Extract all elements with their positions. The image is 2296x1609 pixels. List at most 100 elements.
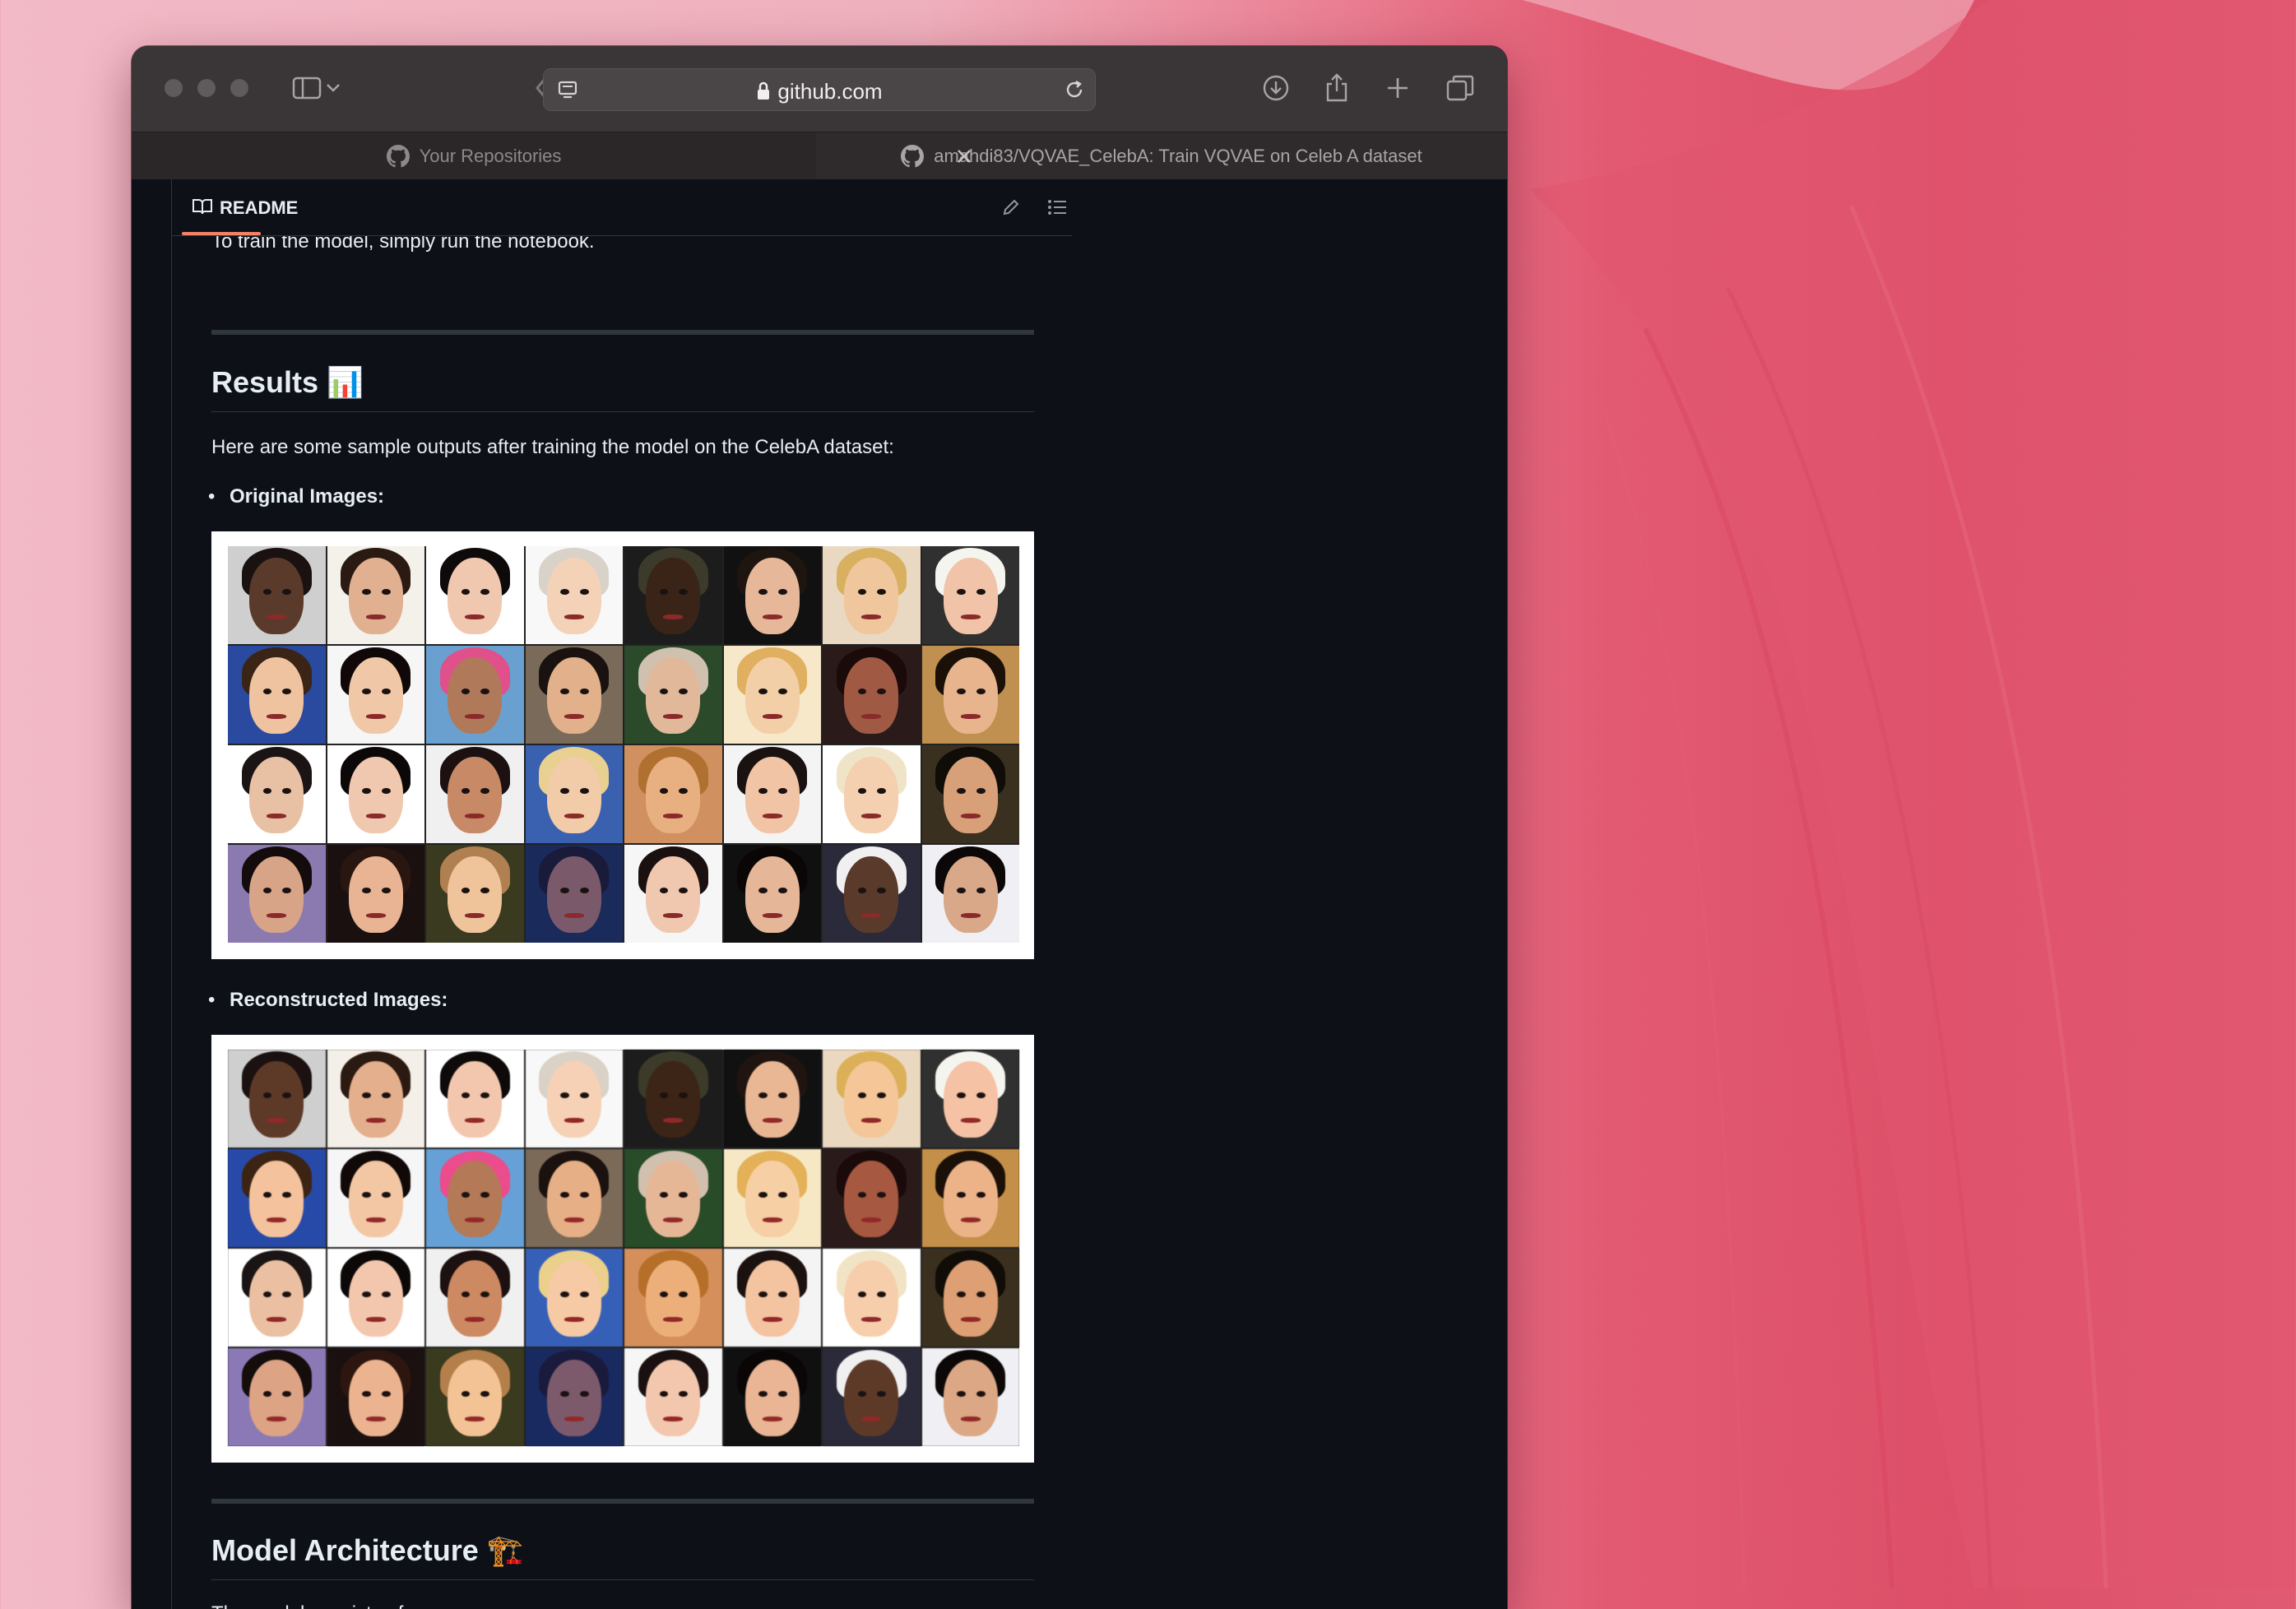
list-icon[interactable]: [1047, 199, 1067, 220]
zoom-window-button[interactable]: [230, 79, 248, 97]
face-mouth: [365, 1317, 386, 1323]
book-icon: [192, 197, 213, 220]
face-mouth: [960, 614, 981, 620]
face-thumbnail: [228, 1050, 326, 1148]
pencil-icon[interactable]: [1001, 197, 1021, 221]
face-head: [348, 657, 403, 735]
face-mouth: [960, 1317, 981, 1323]
reload-icon[interactable]: [1059, 74, 1090, 105]
face-thumbnail: [723, 546, 821, 644]
face-head: [448, 657, 503, 735]
face-head: [546, 1260, 601, 1338]
face-head: [448, 1061, 503, 1138]
tabs-overview-icon[interactable]: [1445, 72, 1476, 104]
face-thumbnail: [921, 1348, 1019, 1446]
face-mouth: [960, 814, 981, 819]
face-head: [646, 856, 701, 934]
reconstructed-images[interactable]: [211, 1035, 1034, 1463]
minimize-window-button[interactable]: [197, 79, 216, 97]
face-thumbnail: [525, 1149, 623, 1247]
face-head: [646, 1061, 701, 1138]
face-thumbnail: [823, 1348, 921, 1446]
face-thumbnail: [823, 646, 921, 744]
face-mouth: [465, 913, 485, 919]
face-mouth: [465, 614, 485, 620]
face-head: [943, 657, 998, 735]
face-head: [348, 757, 403, 834]
share-icon[interactable]: [1321, 72, 1352, 104]
tab-vqvae-celeba[interactable]: amahdi83/VQVAE_CelebA: Train VQVAE on Ce…: [816, 132, 1507, 180]
face-mouth: [762, 1417, 782, 1422]
sidebar-icon[interactable]: [291, 72, 322, 104]
plus-icon[interactable]: [1382, 72, 1413, 104]
face-thumbnail: [823, 1050, 921, 1148]
face-mouth: [861, 714, 882, 720]
face-mouth: [762, 1317, 782, 1323]
face-head: [844, 757, 899, 834]
face-head: [844, 558, 899, 635]
results-intro: Here are some sample outputs after train…: [211, 436, 894, 458]
face-head: [448, 757, 503, 834]
face-thumbnail: [723, 1050, 821, 1148]
face-head: [844, 1161, 899, 1238]
face-thumbnail: [426, 1249, 524, 1347]
face-mouth: [564, 614, 584, 620]
face-mouth: [663, 714, 684, 720]
face-mouth: [465, 814, 485, 819]
face-head: [943, 856, 998, 934]
face-thumbnail: [228, 1149, 326, 1247]
face-head: [546, 856, 601, 934]
face-thumbnail: [823, 745, 921, 843]
face-thumbnail: [723, 845, 821, 943]
readme-tab-label[interactable]: README: [220, 197, 298, 219]
close-window-button[interactable]: [165, 79, 183, 97]
face-mouth: [465, 1317, 485, 1323]
face-thumbnail: [723, 1149, 821, 1247]
face-head: [844, 657, 899, 735]
reconstructed-images-label: Reconstructed Images:: [208, 989, 448, 1012]
face-thumbnail: [327, 1149, 424, 1247]
face-mouth: [365, 1118, 386, 1124]
face-mouth: [564, 714, 584, 720]
face-head: [943, 1260, 998, 1338]
face-head: [448, 1260, 503, 1338]
close-tab-button[interactable]: [948, 132, 981, 180]
original-images[interactable]: [211, 531, 1034, 959]
face-mouth: [960, 1217, 981, 1223]
download-icon[interactable]: [1260, 72, 1292, 104]
face-head: [844, 1061, 899, 1138]
face-mouth: [960, 714, 981, 720]
face-mouth: [267, 1317, 287, 1323]
url-text: github.com: [777, 79, 883, 104]
face-thumbnail: [426, 646, 524, 744]
architecture-intro: The model consists of:: [211, 1602, 409, 1609]
face-head: [646, 558, 701, 635]
face-thumbnail: [426, 1050, 524, 1148]
readme-header: README: [172, 179, 1072, 236]
face-mouth: [861, 913, 882, 919]
face-thumbnail: [921, 745, 1019, 843]
face-head: [348, 1061, 403, 1138]
face-thumbnail: [723, 1249, 821, 1347]
tab-your-repositories[interactable]: Your Repositories: [132, 132, 816, 180]
chevron-down-icon[interactable]: [321, 72, 346, 104]
page-content: README To train the model, simply run th…: [132, 179, 1507, 1609]
face-mouth: [663, 614, 684, 620]
face-thumbnail: [624, 1149, 722, 1247]
face-grid-reconstructed: [228, 1050, 1019, 1446]
face-thumbnail: [525, 1348, 623, 1446]
face-head: [744, 1360, 800, 1437]
face-mouth: [861, 1317, 882, 1323]
face-thumbnail: [228, 546, 326, 644]
face-thumbnail: [327, 546, 424, 644]
face-thumbnail: [525, 646, 623, 744]
face-thumbnail: [426, 1348, 524, 1446]
face-thumbnail: [823, 1149, 921, 1247]
repo-sidebar-area: [1071, 179, 1507, 1609]
face-thumbnail: [228, 745, 326, 843]
face-mouth: [762, 1217, 782, 1223]
address-bar[interactable]: github.com: [543, 68, 1096, 111]
face-head: [348, 1161, 403, 1238]
face-head: [448, 856, 503, 934]
face-thumbnail: [723, 745, 821, 843]
